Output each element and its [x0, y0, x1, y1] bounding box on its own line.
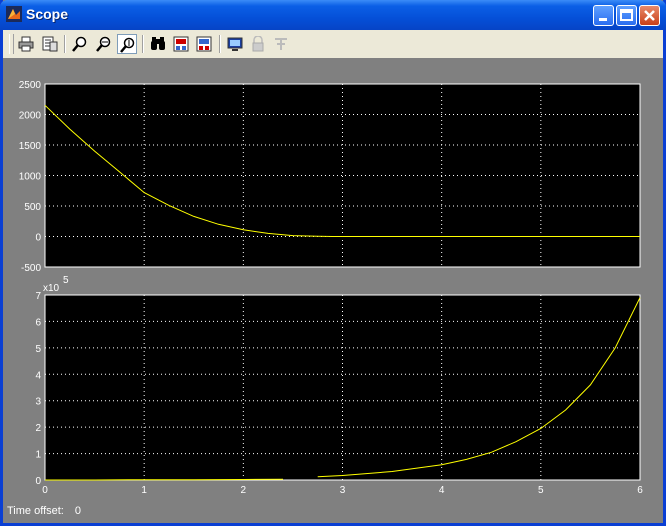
y-tick-label: 500: [24, 202, 41, 213]
signal-selection-button: [271, 34, 291, 54]
toolbar-separator: [219, 35, 221, 53]
y-tick-label: 3: [35, 397, 41, 408]
zoom-y-icon: [120, 37, 135, 53]
scope-display: -500 0 500 1000 1500 2000 2500 0 1 2 3 4 5 6 0 1 2 3 4 5 6 7 x…: [3, 58, 663, 523]
y-tick-label: 7: [35, 291, 41, 302]
y-tick-label: 6: [35, 317, 41, 328]
y-exponent-label: x10: [43, 283, 60, 294]
matlab-app-icon: [6, 6, 22, 22]
y-tick-label: 4: [35, 370, 41, 381]
y-tick-label: 2500: [19, 80, 42, 91]
y-tick-label: 5: [35, 344, 41, 355]
lock-icon: [252, 36, 264, 52]
maximize-button[interactable]: [616, 5, 637, 26]
y-tick-label: 2: [35, 423, 41, 434]
y-tick-label: 1: [35, 450, 41, 461]
zoom-x-button[interactable]: [94, 34, 114, 54]
time-offset-value: 0: [74, 505, 82, 517]
y-tick-label: 2000: [19, 111, 42, 122]
signal-selection-icon: [275, 38, 287, 50]
y-tick-label: 0: [35, 233, 41, 244]
toolbar-separator: [64, 35, 66, 53]
x-tick-label: 2: [241, 485, 247, 496]
y-tick-label: 1500: [19, 141, 42, 152]
x-tick-label: 4: [439, 485, 445, 496]
window-title: Scope: [26, 6, 69, 22]
scope-window: Scope -500 0 500 1000 1500 2000 2500 0 1…: [0, 0, 666, 526]
autoscale-button[interactable]: [148, 34, 168, 54]
x-tick-label: 3: [340, 485, 346, 496]
maximize-icon: [620, 9, 633, 21]
scope-plots: -500 0 500 1000 1500 2000 2500 0 1 2 3 4 5 6 0 1 2 3 4 5 6 7x…: [19, 80, 643, 496]
zoom-icon: [72, 36, 87, 52]
zoom-button[interactable]: [70, 34, 90, 54]
time-offset-label: Time offset:: [7, 505, 64, 517]
parameters-icon: [42, 36, 58, 52]
print-button[interactable]: [16, 34, 36, 54]
toolbar: [3, 30, 663, 59]
save-axes-button[interactable]: [171, 34, 191, 54]
status-bar: Time offset: 0: [7, 505, 89, 517]
x-tick-label: 6: [637, 485, 643, 496]
close-icon: [644, 10, 655, 21]
restore-axes-button[interactable]: [194, 34, 214, 54]
y-tick-label: 0: [35, 476, 41, 487]
zoom-y-button[interactable]: [117, 34, 137, 54]
x-tick-label: 0: [42, 485, 48, 496]
save-axes-icon: [173, 36, 189, 52]
binoculars-icon: [151, 37, 165, 50]
lock-axes-button: [248, 34, 268, 54]
toolbar-grip[interactable]: [9, 34, 14, 54]
floating-scope-icon: [227, 37, 243, 51]
x-tick-label: 1: [141, 485, 147, 496]
y-tick-label: -500: [21, 263, 41, 274]
y-exponent-power: 5: [63, 275, 69, 286]
title-bar[interactable]: Scope: [0, 0, 666, 30]
toolbar-separator: [142, 35, 144, 53]
zoom-x-icon: [96, 36, 111, 52]
parameters-button[interactable]: [40, 34, 60, 54]
x-tick-label: 5: [538, 485, 544, 496]
minimize-button[interactable]: [593, 5, 614, 26]
restore-axes-icon: [196, 36, 212, 52]
floating-scope-button[interactable]: [225, 34, 245, 54]
minimize-icon: [599, 18, 607, 21]
close-button[interactable]: [639, 5, 660, 26]
printer-icon: [18, 36, 34, 52]
plot-area-1: [44, 83, 641, 268]
y-tick-label: 1000: [19, 172, 42, 183]
